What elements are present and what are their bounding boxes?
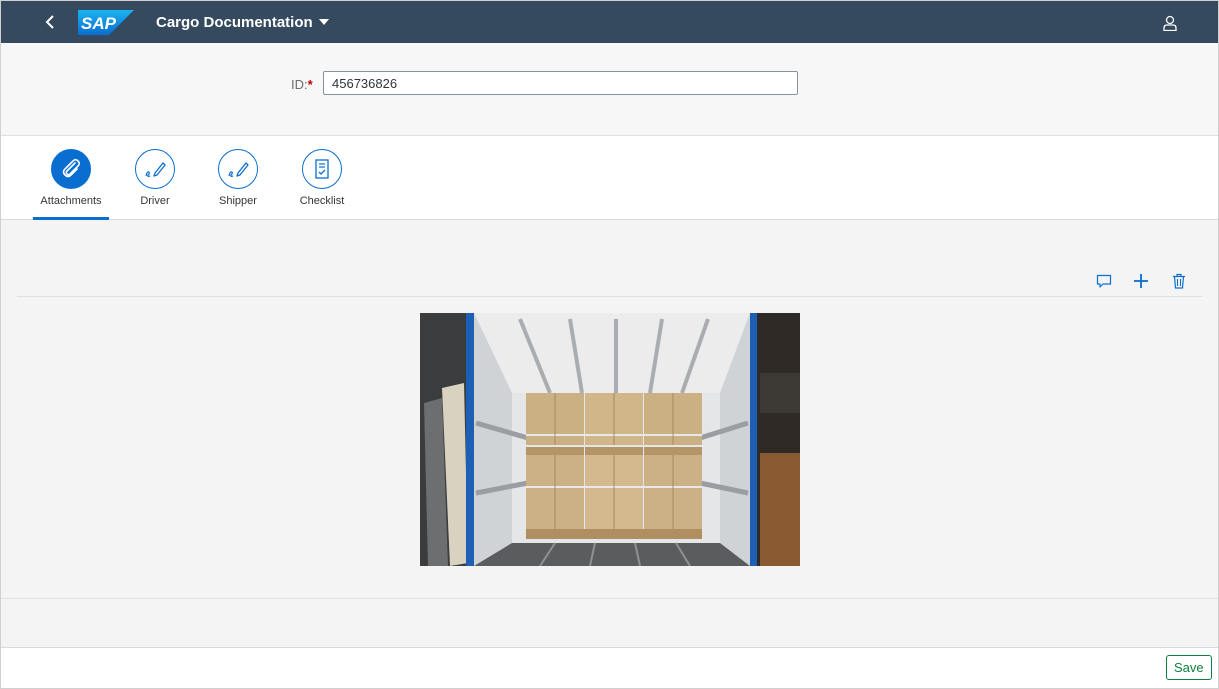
- shell-bar: SAP Cargo Documentation: [1, 1, 1218, 43]
- tab-shipper[interactable]: Shipper: [208, 136, 268, 219]
- caret-down-icon: [318, 19, 329, 25]
- delete-icon: [1173, 273, 1185, 289]
- add-icon: [1134, 274, 1148, 288]
- id-label-text: ID:: [291, 77, 308, 92]
- paperclip-icon: [62, 158, 81, 178]
- footer-toolbar: Save: [1, 648, 1218, 688]
- object-header: ID:*: [1, 43, 1218, 136]
- comment-button[interactable]: [1093, 270, 1115, 292]
- save-button[interactable]: Save: [1166, 655, 1212, 680]
- signature-icon: [145, 162, 166, 177]
- content-footer-strip: [1, 599, 1218, 648]
- required-marker: *: [307, 77, 313, 92]
- tab-checklist-label: Checklist: [299, 195, 345, 207]
- sap-logo: SAP: [78, 10, 134, 35]
- tab-checklist[interactable]: Checklist: [292, 136, 352, 219]
- comment-icon: [1096, 274, 1112, 288]
- tab-driver-label: Driver: [140, 195, 170, 207]
- tab-attachments[interactable]: Attachments: [33, 136, 109, 220]
- delete-button[interactable]: [1168, 270, 1190, 292]
- person-icon: [1163, 15, 1177, 31]
- attachments-panel: [1, 220, 1218, 599]
- user-button[interactable]: [1159, 12, 1181, 34]
- app-title-menu[interactable]: Cargo Documentation: [156, 1, 329, 43]
- chevron-left-icon: [45, 15, 54, 29]
- icon-tab-bar: Attachments Driver Shipper Checklist: [1, 136, 1218, 220]
- tab-attachments-label: Attachments: [40, 195, 102, 207]
- app-title: Cargo Documentation: [156, 13, 313, 31]
- tab-driver[interactable]: Driver: [125, 136, 185, 219]
- id-label: ID:*: [291, 77, 313, 92]
- back-button[interactable]: [37, 10, 63, 34]
- tab-driver-circle: [135, 149, 175, 189]
- id-input[interactable]: [323, 71, 798, 95]
- signature-icon: [228, 162, 249, 177]
- attachments-toolbar: [17, 266, 1202, 297]
- sap-logo-text: SAP: [81, 14, 117, 33]
- attachment-image[interactable]: [420, 313, 800, 566]
- tab-shipper-label: Shipper: [219, 195, 257, 207]
- checklist-icon: [315, 159, 329, 179]
- tab-shipper-circle: [218, 149, 258, 189]
- tab-attachments-circle: [51, 149, 91, 189]
- app-window: SAP Cargo Documentation ID:* 456736826 A…: [0, 0, 1219, 689]
- tab-checklist-circle: [302, 149, 342, 189]
- add-button[interactable]: [1130, 270, 1152, 292]
